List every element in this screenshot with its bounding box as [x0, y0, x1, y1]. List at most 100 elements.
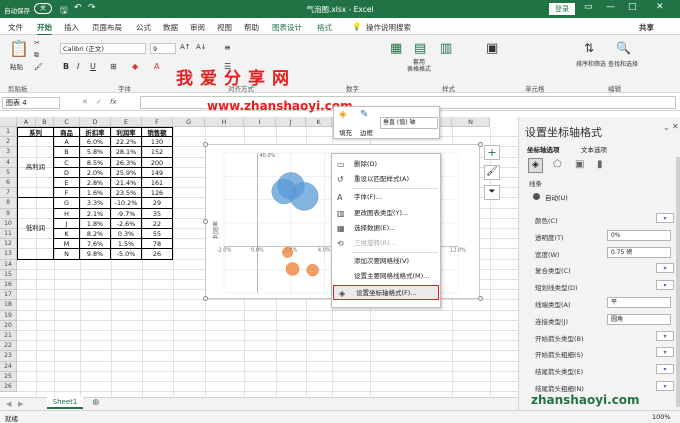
cut-icon[interactable]: ✂ [34, 39, 40, 47]
font-size-select[interactable]: 9 [150, 43, 176, 54]
chart-filters-button[interactable]: ⏷ [484, 185, 500, 200]
select-all-corner[interactable] [0, 117, 17, 127]
column-header[interactable]: I [244, 117, 276, 127]
row-header[interactable]: 15 [0, 269, 17, 280]
row-header[interactable]: 6 [0, 178, 17, 189]
property-dropdown[interactable]: ▾ [656, 213, 674, 223]
column-header[interactable]: B [36, 117, 54, 127]
resize-handle[interactable] [203, 142, 208, 147]
line-section-label[interactable]: 线条 [529, 178, 542, 188]
tab-view[interactable]: 视图 [217, 22, 232, 33]
property-value[interactable]: 圆角 [607, 313, 671, 325]
paste-icon[interactable]: 📋 [9, 39, 29, 58]
tab-help[interactable]: 帮助 [244, 22, 259, 33]
cells-icon[interactable]: ▣ [486, 41, 498, 56]
column-header[interactable]: J [276, 117, 306, 127]
tab-data[interactable]: 数据 [163, 22, 178, 33]
row-header[interactable]: 11 [0, 229, 17, 240]
column-header[interactable]: E [111, 117, 142, 127]
resize-handle[interactable] [203, 296, 208, 301]
property-dropdown[interactable]: ▾ [656, 330, 674, 341]
menu-item[interactable]: ▭ 删除(D) [332, 157, 440, 172]
column-header[interactable]: H [205, 117, 244, 127]
row-header[interactable]: 19 [0, 310, 17, 321]
row-header[interactable]: 7 [0, 188, 17, 199]
outline-icon[interactable]: ✎ [360, 109, 368, 120]
conditional-format-icon[interactable]: ▦ [390, 41, 402, 56]
auto-label[interactable]: 自动(U) [545, 192, 568, 202]
fill-line-icon[interactable]: ◈ [528, 158, 543, 173]
enter-icon[interactable]: ✓ [96, 98, 102, 106]
copy-icon[interactable]: ⧉ [34, 51, 39, 60]
group-label[interactable]: 高利润 [17, 137, 54, 199]
row-header[interactable]: 14 [0, 259, 17, 270]
row-header[interactable]: 5 [0, 167, 17, 178]
menu-item[interactable]: ▦ 选择数据(E)... [332, 221, 440, 236]
maximize-icon[interactable]: □ [628, 2, 637, 12]
property-value[interactable]: 平 [607, 297, 671, 308]
prev-sheet-icon[interactable]: ◀ [6, 400, 11, 408]
tab-page-layout[interactable]: 页面布局 [92, 22, 122, 33]
row-header[interactable]: 17 [0, 290, 17, 301]
column-header[interactable]: F [142, 117, 173, 127]
row-header[interactable]: 24 [0, 361, 17, 372]
auto-radio[interactable] [533, 193, 540, 200]
axis-options-icon[interactable]: ▮ [597, 159, 603, 170]
row-header[interactable]: 22 [0, 341, 17, 352]
tab-chart-design[interactable]: 图表设计 [272, 22, 302, 33]
row-header[interactable]: 25 [0, 371, 17, 382]
row-header[interactable]: 9 [0, 208, 17, 219]
add-sheet-icon[interactable]: ⊕ [92, 398, 100, 408]
menu-item[interactable]: ▥ 更改图表类型(Y)... [332, 206, 440, 221]
sort-filter-label[interactable]: 排序和筛选 [576, 59, 606, 68]
row-header[interactable]: 13 [0, 249, 17, 260]
font-name-select[interactable]: Calibri (正文) [60, 43, 146, 54]
row-header[interactable]: 12 [0, 239, 17, 250]
chart-styles-button[interactable]: 🖌 [484, 165, 500, 180]
element-selector[interactable]: 垂直 (值) 轴 [380, 117, 438, 129]
tab-axis-options[interactable]: 坐标轴选项 [527, 144, 560, 154]
menu-item[interactable]: 添加次要网格线(V) [332, 254, 440, 269]
property-dropdown[interactable]: ▾ [656, 280, 674, 291]
row-header[interactable]: 21 [0, 331, 17, 342]
column-header[interactable]: G [173, 117, 205, 127]
tab-insert[interactable]: 插入 [64, 22, 79, 33]
share-button[interactable]: 共享 [639, 22, 654, 33]
minimize-icon[interactable]: — [606, 2, 615, 12]
chart-elements-button[interactable]: + [484, 145, 500, 160]
underline-button[interactable]: U [90, 62, 96, 71]
column-header[interactable]: K [306, 117, 332, 127]
bold-button[interactable]: B [63, 62, 69, 71]
tab-home[interactable]: 开始 [37, 22, 52, 36]
pane-scrollbar[interactable] [676, 157, 680, 407]
table-format-icon[interactable]: ▤ [414, 41, 426, 56]
menu-item[interactable]: A 字体(F)... [332, 190, 440, 205]
property-dropdown[interactable]: ▾ [656, 263, 674, 274]
row-header[interactable]: 26 [0, 382, 17, 393]
align-top-icon[interactable]: ≡ [224, 43, 231, 52]
property-dropdown[interactable]: ▾ [656, 347, 674, 358]
row-header[interactable]: 2 [0, 137, 17, 148]
outline-label[interactable]: 边框 [360, 127, 373, 137]
resize-handle[interactable] [203, 219, 208, 224]
column-header[interactable]: N [452, 117, 490, 127]
menu-item[interactable]: 设置主要网格线格式(M)... [332, 269, 440, 284]
menu-item[interactable]: ↺ 重设以匹配样式(A) [332, 172, 440, 187]
shrink-font-icon[interactable]: A↓ [196, 43, 207, 51]
border-icon[interactable]: ⊞ [110, 62, 117, 71]
row-header[interactable]: 10 [0, 218, 17, 229]
size-properties-icon[interactable]: ▣ [575, 159, 584, 170]
pane-menu-icon[interactable]: ⌄ [663, 123, 670, 132]
column-header[interactable]: D [80, 117, 111, 127]
name-box[interactable]: 图表 4 [2, 97, 60, 109]
tab-text-options[interactable]: 文本选项 [581, 144, 607, 154]
column-header[interactable]: A [17, 117, 36, 127]
property-dropdown[interactable]: ▾ [656, 364, 674, 375]
menu-item[interactable]: ⟲ 三维旋转(R)... [332, 236, 440, 251]
tab-review[interactable]: 审阅 [190, 22, 205, 33]
row-header[interactable]: 16 [0, 280, 17, 291]
property-dropdown[interactable]: ▾ [656, 381, 674, 391]
font-color-icon[interactable]: A [154, 62, 159, 71]
resize-handle[interactable] [478, 296, 483, 301]
find-select-label[interactable]: 查找和选择 [608, 59, 638, 68]
